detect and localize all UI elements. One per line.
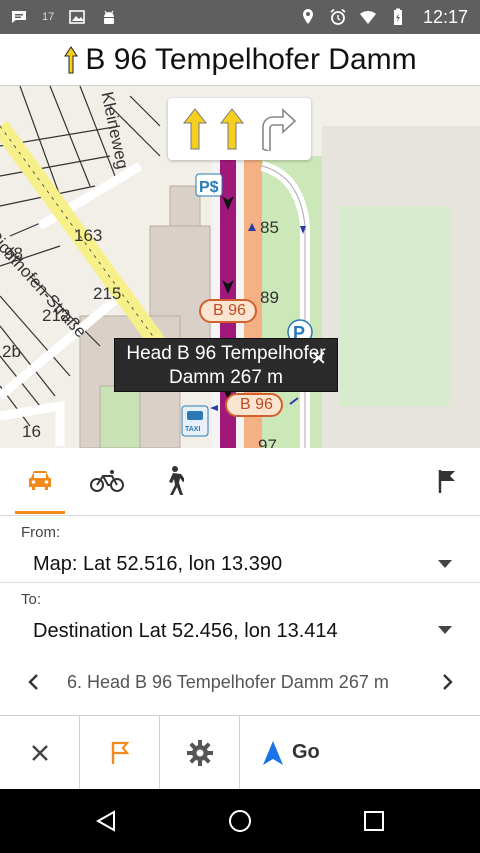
cancel-route-button[interactable] bbox=[0, 716, 80, 789]
back-button[interactable] bbox=[94, 809, 118, 838]
routing-mode-bar bbox=[0, 448, 480, 516]
step-navigation: 6. Head B 96 Tempelhofer Damm 267 m bbox=[0, 648, 480, 716]
mode-destination-tab[interactable] bbox=[422, 448, 472, 514]
previous-step-button[interactable] bbox=[22, 670, 46, 694]
to-dropdown-arrow-icon[interactable] bbox=[438, 626, 452, 634]
chevron-right-icon bbox=[443, 674, 453, 690]
mode-bicycle-tab[interactable] bbox=[82, 448, 132, 514]
status-bar: 17 12:17 bbox=[0, 0, 480, 34]
map-label-house-number: 2b bbox=[2, 342, 21, 361]
recents-button[interactable] bbox=[362, 809, 386, 838]
tooltip-line: Head B 96 Tempelhofer bbox=[126, 343, 326, 364]
current-street: B 96 Tempelhofer Damm bbox=[85, 42, 417, 76]
from-label: From: bbox=[21, 524, 61, 541]
map-label-house-number: 98 bbox=[4, 244, 23, 263]
image-icon bbox=[68, 8, 86, 26]
home-button[interactable] bbox=[228, 809, 252, 838]
lane-straight-arrow-icon bbox=[219, 107, 245, 151]
go-button[interactable]: Go bbox=[240, 716, 480, 789]
system-navigation-bar bbox=[0, 789, 480, 853]
navigation-arrow-icon bbox=[262, 740, 284, 766]
chevron-left-icon bbox=[28, 674, 38, 690]
gear-icon bbox=[186, 739, 214, 767]
svg-text:P$: P$ bbox=[199, 179, 219, 196]
home-circle-icon bbox=[229, 810, 251, 832]
close-icon bbox=[30, 743, 50, 763]
map-label-road-shield: B 96 bbox=[213, 302, 246, 319]
mode-walk-tab[interactable] bbox=[148, 448, 198, 514]
current-step-text: 6. Head B 96 Tempelhofer Damm 267 m bbox=[67, 672, 389, 692]
map-label-house-number: 163 bbox=[74, 226, 103, 245]
flag-icon bbox=[110, 740, 130, 766]
map-label-house-number: 97 bbox=[258, 436, 277, 448]
flag-icon bbox=[437, 468, 457, 494]
wifi-icon bbox=[359, 8, 377, 26]
close-icon[interactable]: ✕ bbox=[310, 349, 327, 369]
map-label-house-number: 85 bbox=[260, 218, 279, 237]
notification-count: 17 bbox=[42, 11, 55, 23]
back-triangle-icon bbox=[95, 810, 115, 832]
location-icon bbox=[299, 8, 317, 26]
to-label: To: bbox=[21, 591, 42, 608]
go-label: Go bbox=[292, 741, 320, 763]
map-label-road-shield: B 96 bbox=[240, 396, 273, 413]
message-icon bbox=[10, 8, 28, 26]
from-select[interactable]: Map: Lat 52.516, lon 13.390 bbox=[33, 553, 282, 576]
walk-icon bbox=[162, 466, 184, 496]
tooltip-line: Damm 267 m bbox=[168, 367, 284, 388]
to-select[interactable]: Destination Lat 52.456, lon 13.414 bbox=[33, 620, 338, 643]
clock: 12:17 bbox=[422, 6, 468, 27]
action-bar: Go bbox=[0, 716, 480, 789]
direction-header: B 96 Tempelhofer Damm bbox=[0, 34, 480, 86]
map-label-house-number: 212 bbox=[42, 306, 71, 325]
alarm-icon bbox=[329, 8, 347, 26]
route-settings-button[interactable] bbox=[160, 716, 240, 789]
bicycle-icon bbox=[90, 469, 124, 493]
lane-turn-right-arrow-icon bbox=[257, 107, 297, 151]
map-label-house-number: 89 bbox=[260, 288, 279, 307]
waypoint-flag-button[interactable] bbox=[80, 716, 160, 789]
divider bbox=[0, 582, 480, 583]
lane-guidance bbox=[168, 98, 311, 160]
car-icon bbox=[27, 469, 53, 491]
map-label-house-number: 215 bbox=[93, 284, 122, 303]
next-step-button[interactable] bbox=[435, 670, 459, 694]
map-view[interactable]: P$ P Richthofen-Straße Kleineweg B 96 B … bbox=[0, 86, 480, 448]
android-icon bbox=[100, 8, 118, 26]
route-step-tooltip[interactable]: Head B 96 Tempelhofer Damm 267 m ✕ bbox=[114, 338, 338, 392]
recents-square-icon bbox=[364, 811, 384, 831]
mode-car-tab[interactable] bbox=[15, 448, 65, 514]
from-dropdown-arrow-icon[interactable] bbox=[438, 560, 452, 568]
taxi-icon: TAXI bbox=[185, 426, 201, 433]
lane-straight-arrow-icon bbox=[182, 107, 208, 151]
straight-arrow-icon bbox=[63, 45, 79, 74]
battery-icon bbox=[389, 8, 407, 26]
map-label-house-number: 16 bbox=[22, 422, 41, 441]
